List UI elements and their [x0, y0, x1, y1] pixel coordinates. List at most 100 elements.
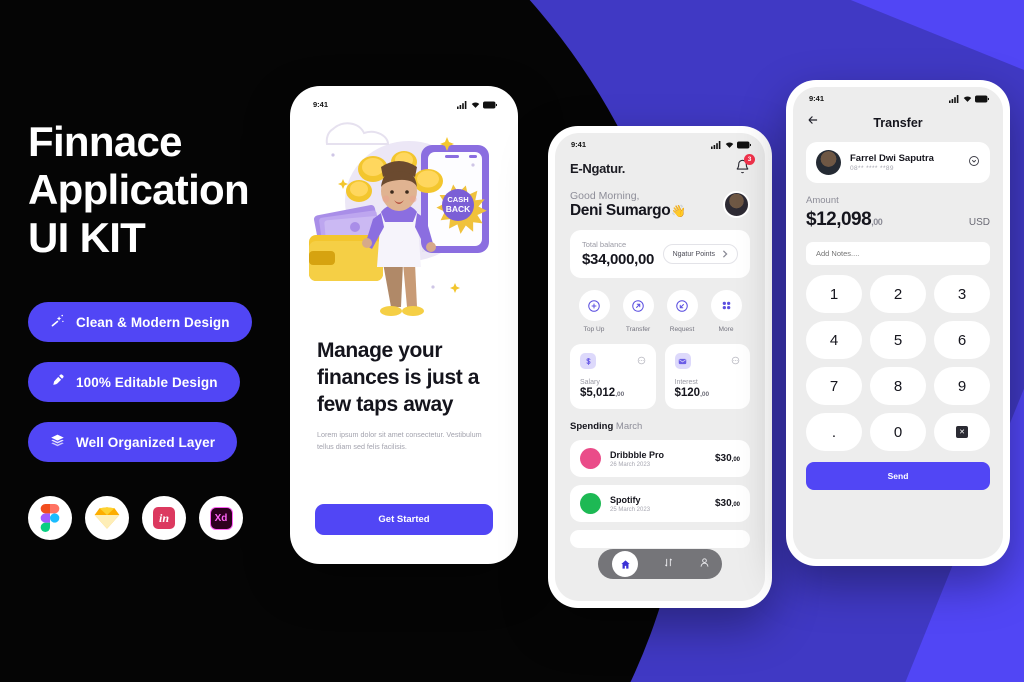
onboarding-subtitle: Lorem ipsum dolor sit amet consectetur. … [317, 430, 482, 451]
onboarding-screen: 9:41 CASH BACK Manage your finances is j… [297, 93, 511, 557]
wifi-icon [963, 95, 972, 102]
feature-badge-label: Clean & Modern Design [76, 314, 230, 330]
wifi-icon [471, 101, 480, 108]
key-9[interactable]: 9 [934, 367, 990, 405]
bottom-tab-bar [598, 549, 722, 579]
svg-text:BACK: BACK [446, 204, 471, 214]
get-started-button[interactable]: Get Started [315, 504, 493, 535]
income-card-amount: $5,012,00 [580, 387, 646, 399]
transaction-amount: $30,00 [715, 498, 740, 509]
balance-label: Total balance [582, 240, 627, 249]
tab-transfer[interactable] [663, 555, 674, 573]
home-topbar: E-Ngatur. 3 [570, 154, 755, 179]
numeric-keypad: 1 2 3 4 5 6 7 8 9 . 0 ✕ [806, 275, 990, 451]
income-card-menu[interactable] [637, 352, 646, 370]
income-card-menu[interactable] [731, 352, 740, 370]
title-line-1: Finnace [28, 118, 183, 165]
status-bar: 9:41 [555, 133, 765, 151]
table-row[interactable]: Dribbble Pro 26 March 2023 $30,00 [570, 440, 750, 477]
key-3[interactable]: 3 [934, 275, 990, 313]
arrow-down-left-icon [666, 290, 698, 321]
quick-action-top-up[interactable]: Top Up [572, 290, 616, 333]
battery-icon [737, 141, 751, 148]
greeting-text: Good Morning, [570, 190, 640, 202]
user-name: Deni Sumargo [570, 202, 671, 219]
status-time: 9:41 [809, 94, 825, 103]
signal-icon [457, 100, 467, 109]
cashback-illustration: CASH BACK [297, 115, 511, 327]
swap-arrows-icon [664, 558, 673, 567]
ngatur-points-button[interactable]: Ngatur Points [662, 244, 738, 264]
recipient-card[interactable]: Farrel Dwi Saputra 08** **** **89 [806, 142, 990, 183]
onboarding-copy: Manage your finances is just a few taps … [297, 327, 511, 453]
key-6[interactable]: 6 [934, 321, 990, 359]
quick-action-more[interactable]: More [704, 290, 748, 333]
quick-action-label: Transfer [625, 326, 651, 333]
feature-badge-organized-layer[interactable]: Well Organized Layer [28, 422, 238, 462]
adobe-xd-logo-mark: Xd [209, 506, 233, 530]
tab-home[interactable] [612, 551, 639, 577]
notes-input[interactable] [806, 242, 990, 265]
key-1[interactable]: 1 [806, 275, 862, 313]
amount-cents: ,00 [871, 217, 883, 227]
table-row-partial[interactable] [570, 530, 750, 548]
quick-action-request[interactable]: Request [660, 290, 704, 333]
invision-logo: in [142, 496, 186, 540]
amount-row: $12,098,00 USD [806, 209, 990, 231]
income-card-salary[interactable]: Salary $5,012,00 [570, 344, 656, 409]
key-4[interactable]: 4 [806, 321, 862, 359]
transfer-screen: 9:41 Transfer Farrel Dwi Saputra 08** **… [793, 87, 1003, 559]
plus-circle-icon [578, 290, 610, 321]
app-brand-name: E-Ngatur. [570, 161, 626, 176]
currency-label: USD [968, 217, 990, 228]
key-8[interactable]: 8 [870, 367, 926, 405]
spending-month: March [615, 421, 643, 432]
wifi-icon [725, 141, 734, 148]
user-name-row: Deni Sumargo 👋 [570, 202, 686, 220]
table-row[interactable]: Spotify 25 March 2023 $30,00 [570, 485, 750, 522]
key-decimal[interactable]: . [806, 413, 862, 451]
income-amount-cents: ,00 [615, 391, 625, 398]
spotify-logo [580, 493, 601, 514]
transaction-amount-main: $30 [714, 453, 732, 464]
key-2[interactable]: 2 [870, 275, 926, 313]
layers-icon [50, 433, 65, 451]
transfer-content: Transfer Farrel Dwi Saputra 08** **** **… [793, 105, 1003, 490]
transaction-amount: $30,00 [715, 453, 740, 464]
page-title: Finnace Application UI KIT [28, 118, 328, 262]
feature-badge-clean-modern[interactable]: Clean & Modern Design [28, 302, 252, 342]
transaction-date: 26 March 2023 [610, 461, 651, 468]
income-amount-main: $5,012 [580, 387, 616, 399]
notification-button[interactable]: 3 [735, 154, 755, 179]
feature-badge-editable[interactable]: 100% Editable Design [28, 362, 240, 402]
phone-home: 9:41 E-Ngatur. 3 Good Morning, Deni Suma… [548, 126, 772, 608]
key-0[interactable]: 0 [870, 413, 926, 451]
user-icon [700, 558, 709, 567]
status-bar: 9:41 [297, 93, 511, 111]
promo-column: Finnace Application UI KIT Clean & Moder… [28, 118, 328, 540]
key-5[interactable]: 5 [870, 321, 926, 359]
adobe-xd-logo: Xd [199, 496, 243, 540]
signal-icon [711, 140, 721, 149]
send-button[interactable]: Send [806, 462, 990, 490]
key-backspace[interactable]: ✕ [934, 413, 990, 451]
income-card-amount: $120,00 [675, 387, 741, 399]
income-card-interest[interactable]: Interest $120,00 [664, 344, 750, 409]
income-card-label: Salary [580, 379, 600, 386]
recipient-name: Farrel Dwi Saputra [850, 153, 934, 164]
avatar[interactable] [723, 191, 750, 218]
quick-action-transfer[interactable]: Transfer [616, 290, 660, 333]
onboarding-title: Manage your finances is just a few taps … [317, 339, 480, 416]
amount-main: $12,098 [806, 209, 872, 230]
figma-logo [28, 496, 72, 540]
wave-emoji: 👋 [671, 204, 686, 218]
key-7[interactable]: 7 [806, 367, 862, 405]
chevron-down-circle-icon[interactable] [968, 154, 980, 172]
poster-canvas: Finnace Application UI KIT Clean & Moder… [0, 0, 1024, 682]
inbox-icon [674, 353, 691, 369]
balance-amount: $34,000,00 [582, 251, 655, 268]
pen-brush-icon [50, 373, 65, 391]
status-time: 9:41 [571, 140, 587, 149]
chevron-right-icon [722, 250, 728, 258]
tab-profile[interactable] [699, 555, 710, 573]
